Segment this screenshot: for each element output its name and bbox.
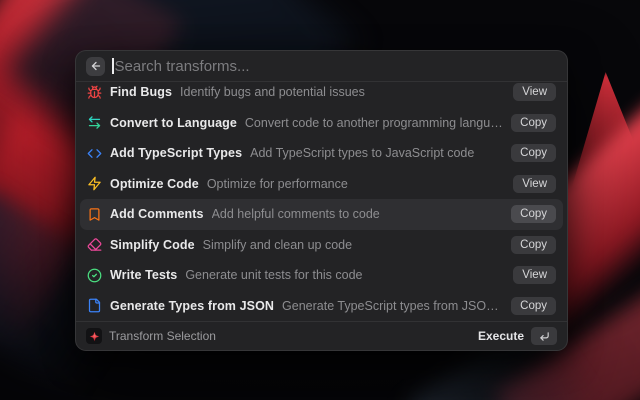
bug-icon <box>87 85 102 100</box>
action-button[interactable]: Copy <box>511 235 556 254</box>
desktop: Find Bugs Identify bugs and potential is… <box>0 0 640 400</box>
transform-title: Write Tests <box>110 268 178 283</box>
transform-title: Add Comments <box>110 207 204 222</box>
transform-title: Add TypeScript Types <box>110 146 243 161</box>
transform-title: Optimize Code <box>110 176 199 191</box>
eraser-icon <box>87 237 102 252</box>
transform-subtitle: Generate unit tests for this code <box>185 268 363 283</box>
search-field-wrap <box>112 51 557 81</box>
action-button[interactable]: Copy <box>511 113 556 132</box>
transform-title: Find Bugs <box>110 85 173 100</box>
transform-subtitle: Add helpful comments to code <box>211 207 380 222</box>
transform-title: Simplify Code <box>110 237 195 252</box>
transform-row[interactable]: Add TypeScript Types Add TypeScript type… <box>80 138 563 169</box>
transform-subtitle: Generate TypeScript types from JSON data <box>282 298 504 313</box>
transform-row[interactable]: Write Tests Generate unit tests for this… <box>80 260 563 291</box>
action-button[interactable]: Copy <box>511 296 556 315</box>
text-caret <box>112 58 114 74</box>
footer-actions: Execute <box>478 327 557 345</box>
file-icon <box>87 298 102 313</box>
transform-row[interactable]: Find Bugs Identify bugs and potential is… <box>80 82 563 108</box>
transforms-list: Find Bugs Identify bugs and potential is… <box>76 82 567 321</box>
command-palette: Find Bugs Identify bugs and potential is… <box>75 50 568 351</box>
transform-title: Convert to Language <box>110 115 237 130</box>
arrows-left-right-icon <box>87 115 102 130</box>
app-logo-icon <box>86 328 102 344</box>
action-button[interactable]: View <box>513 266 556 285</box>
search-header <box>76 51 567 82</box>
footer-source-label: Transform Selection <box>109 329 216 343</box>
action-button[interactable]: Copy <box>511 205 556 224</box>
zap-icon <box>87 176 102 191</box>
action-button[interactable]: Copy <box>511 144 556 163</box>
transform-subtitle: Optimize for performance <box>206 176 348 191</box>
search-input[interactable] <box>114 57 557 75</box>
back-button[interactable] <box>86 56 105 76</box>
execute-label: Execute <box>477 329 524 343</box>
action-button[interactable]: View <box>513 174 556 193</box>
transform-subtitle: Add TypeScript types to JavaScript code <box>250 146 475 161</box>
transform-row[interactable]: Convert to Language Convert code to anot… <box>80 108 563 139</box>
transform-title: Generate Types from JSON <box>110 298 275 313</box>
transform-subtitle: Simplify and clean up code <box>202 237 353 252</box>
code-brackets-icon <box>87 146 102 161</box>
transform-row[interactable]: Simplify Code Simplify and clean up code… <box>80 230 563 261</box>
transform-row[interactable]: Generate Types from JSON Generate TypeSc… <box>80 291 563 322</box>
action-button[interactable]: View <box>513 83 556 102</box>
check-circle-icon <box>87 268 102 283</box>
wallpaper-shape <box>572 72 640 187</box>
transform-row[interactable]: Add Comments Add helpful comments to cod… <box>80 199 563 230</box>
arrow-left-icon <box>90 60 102 72</box>
transform-row[interactable]: Optimize Code Optimize for performance V… <box>80 169 563 200</box>
footer-bar: Transform Selection Execute <box>76 321 567 350</box>
transform-subtitle: Identify bugs and potential issues <box>180 85 365 100</box>
transform-subtitle: Convert code to another programming lang… <box>244 115 504 130</box>
bookmark-icon <box>87 207 102 222</box>
return-key-icon[interactable] <box>531 327 557 345</box>
